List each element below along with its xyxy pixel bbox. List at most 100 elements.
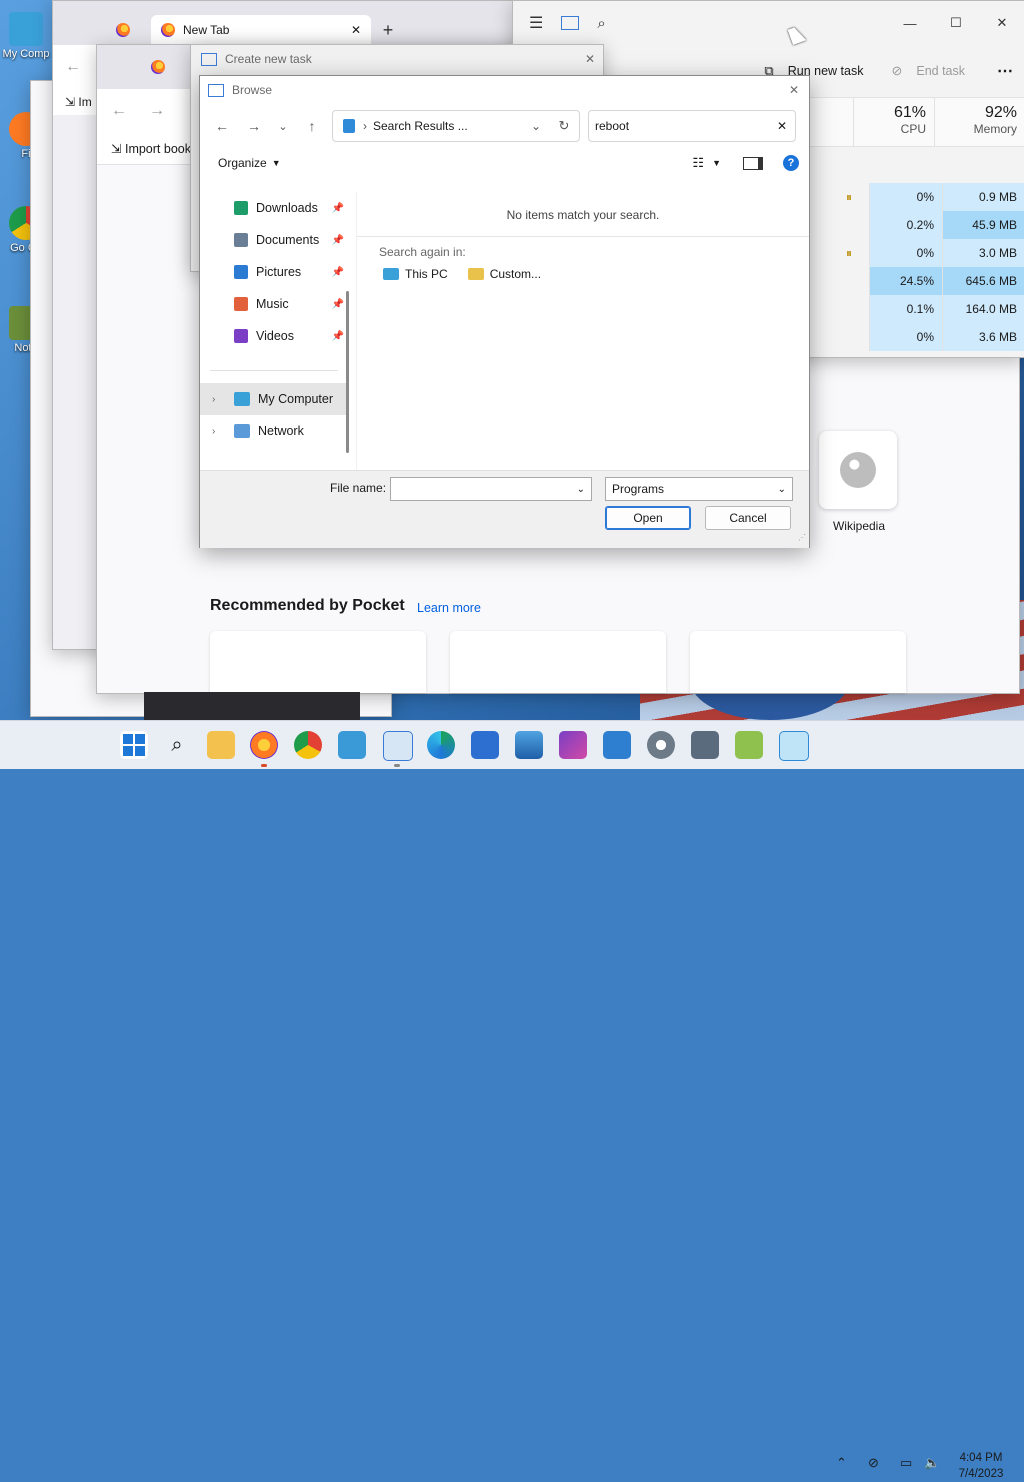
tab-new-tab[interactable]: New Tab ✕ [151, 15, 371, 45]
sidebar-item-pictures[interactable]: Pictures 📌 [200, 256, 348, 288]
network-status-icon[interactable]: ⊘ [868, 1455, 879, 1471]
cpu-cell: 24.5% [869, 267, 942, 295]
back-arrow-icon[interactable]: ← [111, 102, 127, 120]
clear-search-icon[interactable]: ✕ [769, 119, 795, 133]
store-icon[interactable] [338, 731, 366, 759]
search-box[interactable]: reboot ✕ [588, 110, 796, 142]
organize-button[interactable]: Organize [218, 156, 267, 170]
sidebar-item-network[interactable]: › Network [200, 415, 348, 447]
chrome-icon[interactable] [294, 731, 322, 759]
resize-grip-icon[interactable]: ⋰ [798, 533, 806, 542]
more-options-icon[interactable]: ⋯ [997, 61, 1013, 81]
expand-chevron-icon[interactable]: › [212, 426, 226, 437]
close-icon[interactable]: ✕ [585, 52, 595, 66]
remote-desktop-icon[interactable] [779, 731, 809, 761]
new-tab-button[interactable]: + [371, 15, 405, 45]
documents-icon [234, 233, 248, 247]
dialog-title: Create new task [225, 52, 312, 66]
preview-pane-icon[interactable] [743, 156, 763, 170]
clock-time: 4:04 PM [959, 1452, 1003, 1464]
task-manager-icon[interactable] [383, 731, 413, 761]
start-button[interactable] [120, 731, 148, 759]
file-explorer-icon[interactable] [207, 731, 235, 759]
file-type-select[interactable]: Programs ⌄ [605, 477, 793, 501]
help-icon[interactable]: ? [783, 155, 799, 171]
pictures-icon [234, 265, 248, 279]
chevron-down-icon[interactable]: ⌄ [577, 484, 585, 495]
cancel-button[interactable]: Cancel [705, 506, 791, 530]
pocket-card[interactable] [690, 631, 906, 693]
file-list-area[interactable]: No items match your search. Search again… [356, 192, 809, 470]
close-icon[interactable]: ✕ [779, 83, 809, 97]
pocket-card[interactable] [450, 631, 666, 693]
minimize-icon[interactable]: — [887, 7, 933, 39]
search-custom-link[interactable]: Custom... [490, 267, 541, 281]
learn-more-link[interactable]: Learn more [417, 601, 481, 615]
edge-icon[interactable] [427, 731, 455, 759]
search-icon[interactable]: ⌕ [163, 731, 191, 759]
sidebar-item-documents[interactable]: Documents 📌 [200, 224, 348, 256]
settings-gear-icon[interactable] [647, 731, 675, 759]
file-name-input[interactable]: ⌄ [390, 477, 592, 501]
open-button[interactable]: Open [605, 506, 691, 530]
cpu-column-header[interactable]: 61% CPU [853, 98, 934, 146]
recent-locations-chevron-icon[interactable]: ⌄ [270, 111, 296, 141]
close-icon[interactable]: ✕ [979, 7, 1024, 39]
pin-icon[interactable]: 📌 [332, 203, 344, 214]
photos-icon[interactable] [515, 731, 543, 759]
close-tab-icon[interactable]: ✕ [351, 23, 361, 37]
hamburger-menu-icon[interactable]: ☰ [529, 13, 543, 33]
cpu-cell: 0.1% [869, 295, 942, 323]
address-dropdown-icon[interactable]: ⌄ [523, 119, 549, 133]
clock-date: 7/4/2023 [958, 1468, 1004, 1480]
end-task-button[interactable]: End task [916, 64, 965, 78]
chevron-up-icon[interactable]: ⌃ [836, 1455, 847, 1471]
display-icon[interactable]: ▭ [900, 1455, 912, 1471]
up-arrow-icon[interactable]: ↑ [296, 111, 328, 141]
task-manager-app-icon [201, 52, 217, 66]
address-bar[interactable]: › Search Results ... ⌄ ↻ [332, 110, 580, 142]
search-again-label: Search again in: [379, 245, 466, 259]
memory-cell: 3.0 MB [942, 239, 1024, 267]
browse-dialog[interactable]: Browse ✕ ← → ⌄ ↑ › Search Results ... ⌄ … [199, 75, 810, 548]
search-icon[interactable]: ⌕ [597, 15, 605, 32]
forward-arrow-icon[interactable]: → [238, 111, 270, 141]
maximize-icon[interactable]: ☐ [933, 7, 979, 39]
wikipedia-shortcut[interactable] [819, 431, 897, 509]
video-editor-icon[interactable] [559, 731, 587, 759]
back-arrow-icon[interactable]: ← [206, 111, 238, 141]
clock[interactable]: 4:04 PM 7/4/2023 [948, 1450, 1014, 1482]
sidebar-item-downloads[interactable]: Downloads 📌 [200, 192, 348, 224]
memory-cell: 0.9 MB [942, 183, 1024, 211]
calculator-icon[interactable] [691, 731, 719, 759]
search-results-icon [343, 119, 355, 133]
refresh-icon[interactable]: ↻ [549, 118, 579, 134]
firefox-pinned-tab[interactable] [103, 15, 143, 45]
expand-chevron-icon[interactable]: › [212, 394, 226, 405]
computer-icon [383, 268, 399, 280]
search-input[interactable]: reboot [595, 119, 769, 133]
firefox-icon[interactable] [250, 731, 278, 759]
forward-arrow-icon[interactable]: → [149, 102, 165, 120]
mail-icon[interactable] [603, 731, 631, 759]
notepad-icon[interactable] [735, 731, 763, 759]
sidebar-item-music[interactable]: Music 📌 [200, 288, 348, 320]
desktop-icon-my-computer[interactable]: My Comp [0, 12, 52, 60]
navigation-scrollbar[interactable] [346, 291, 349, 453]
view-options-icon[interactable]: ☷ [692, 155, 704, 171]
sidebar-item-label: Documents [256, 233, 320, 247]
volume-icon[interactable]: 🔈 [924, 1455, 940, 1471]
pin-icon[interactable]: 📌 [332, 235, 344, 246]
back-arrow-icon[interactable]: ← [65, 58, 81, 76]
sidebar-item-videos[interactable]: Videos 📌 [200, 320, 348, 352]
pin-icon[interactable]: 📌 [332, 331, 344, 342]
sidebar-item-my-computer[interactable]: › My Computer [200, 383, 348, 415]
pocket-card[interactable] [210, 631, 426, 693]
memory-cell: 45.9 MB [942, 211, 1024, 239]
memory-column-header[interactable]: 92% Memory [934, 98, 1024, 146]
people-icon[interactable] [471, 731, 499, 759]
view-dropdown-icon[interactable]: ▼ [712, 158, 721, 168]
pin-icon[interactable]: 📌 [332, 299, 344, 310]
pin-icon[interactable]: 📌 [332, 267, 344, 278]
search-this-pc-link[interactable]: This PC [405, 267, 448, 281]
